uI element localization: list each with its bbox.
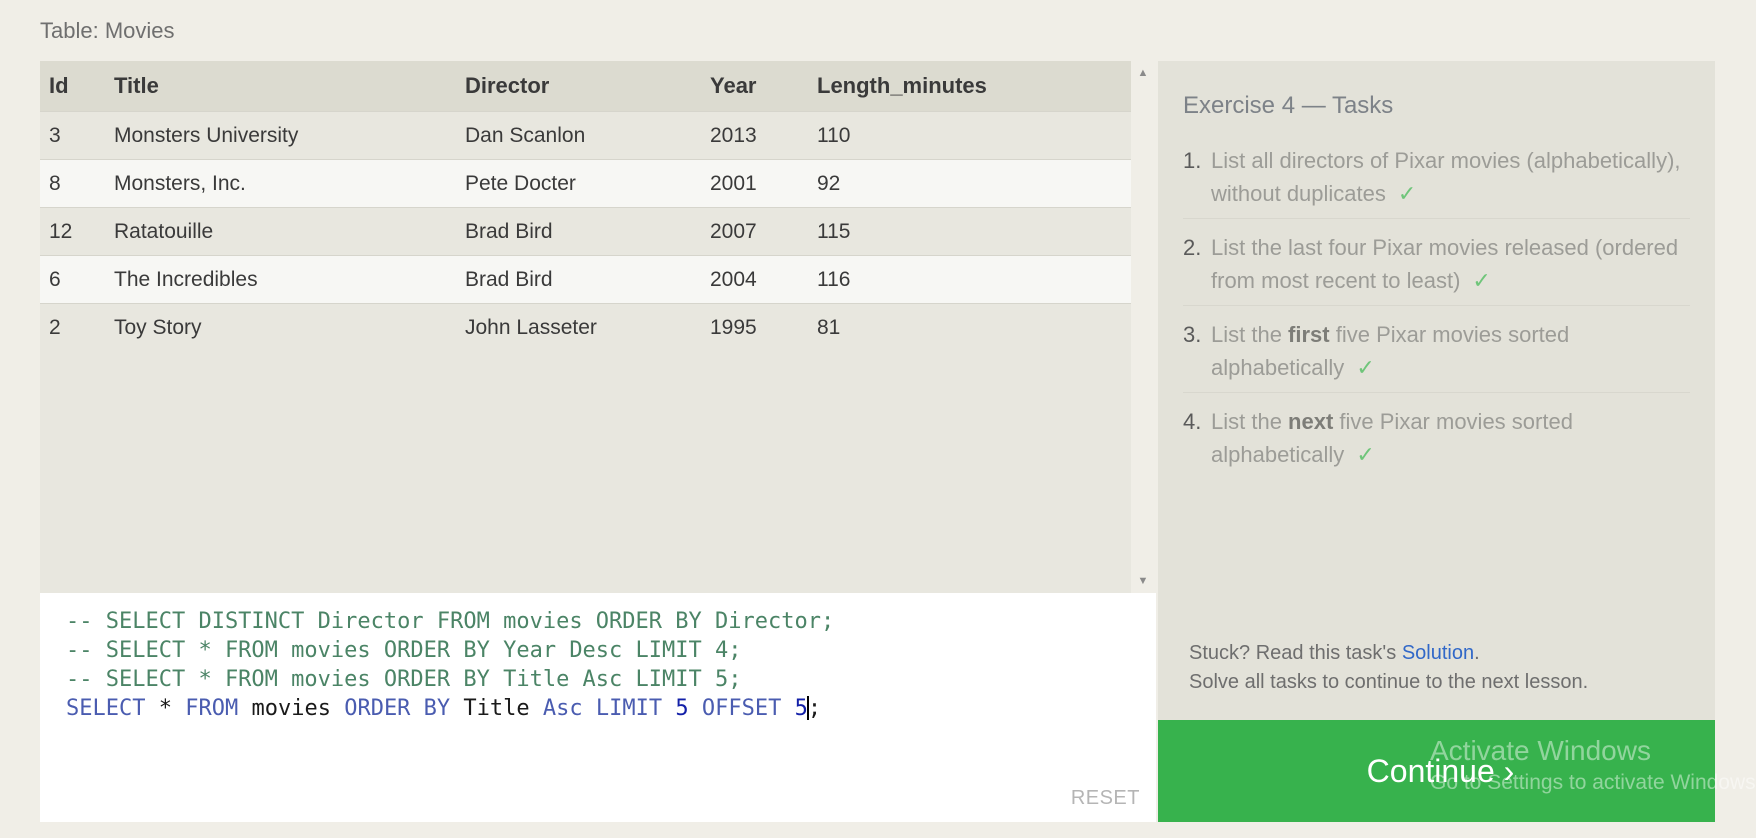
cell-id: 12 — [40, 207, 114, 256]
column-header-title: Title — [114, 61, 465, 112]
text-caret — [806, 696, 809, 720]
continue-label: Continue — [1366, 752, 1495, 789]
continue-button[interactable]: Continue › — [1158, 720, 1715, 822]
tasks-title: Exercise 4 — Tasks — [1183, 92, 1394, 119]
task-number: 1. — [1183, 148, 1202, 173]
help-stuck-suffix: . — [1474, 642, 1480, 664]
task-item: 2. List the last four Pixar movies relea… — [1183, 231, 1690, 306]
keyword-limit: LIMIT — [595, 696, 663, 721]
task-text-emphasis: next — [1288, 409, 1334, 434]
tasks-panel: Exercise 4 — Tasks 1. List all directors… — [1158, 61, 1715, 720]
cell-id: 3 — [40, 111, 114, 160]
cell-year: 2004 — [710, 255, 817, 304]
help-text: Stuck? Read this task's Solution. Solve … — [1189, 639, 1588, 697]
task-text-emphasis: first — [1288, 322, 1330, 347]
table-row: 6 The Incredibles Brad Bird 2004 116 — [40, 255, 1131, 304]
code-line-comment: -- SELECT DISTINCT Director FROM movies … — [66, 609, 835, 634]
table-row: 2 Toy Story John Lasseter 1995 81 — [40, 303, 1131, 351]
cell-title: Toy Story — [114, 303, 465, 351]
cell-title: Ratatouille — [114, 207, 465, 256]
cell-length: 81 — [817, 303, 1131, 351]
results-table: Id Title Director Year Length_minutes 3 … — [40, 61, 1131, 351]
checkmark-icon: ✓ — [1356, 442, 1375, 467]
token-limit-value: 5 — [675, 696, 689, 721]
cell-director: John Lasseter — [465, 303, 710, 351]
cell-id: 8 — [40, 159, 114, 208]
cell-title: Monsters, Inc. — [114, 159, 465, 208]
token-star: * — [158, 696, 172, 721]
scroll-down-icon[interactable]: ▼ — [1131, 571, 1155, 591]
cell-title: Monsters University — [114, 111, 465, 160]
task-list: 1. List all directors of Pixar movies (a… — [1183, 144, 1690, 491]
keyword-from: FROM — [185, 696, 239, 721]
token-offset-value: 5 — [794, 696, 808, 721]
help-continue-line: Solve all tasks to continue to the next … — [1189, 671, 1589, 693]
cell-year: 2001 — [710, 159, 817, 208]
help-stuck-line: Stuck? Read this task's Solution. — [1189, 639, 1588, 668]
cell-director: Brad Bird — [465, 255, 710, 304]
task-text: List all directors of Pixar movies (alph… — [1211, 148, 1681, 206]
token-column: Title — [463, 696, 530, 721]
table-row: 12 Ratatouille Brad Bird 2007 115 — [40, 207, 1131, 256]
cell-director: Pete Docter — [465, 159, 710, 208]
cell-length: 115 — [817, 207, 1131, 256]
column-header-id: Id — [40, 61, 114, 112]
cell-year: 2013 — [710, 111, 817, 160]
cell-year: 2007 — [710, 207, 817, 256]
cell-director: Brad Bird — [465, 207, 710, 256]
task-item: 4. List the next five Pixar movies sorte… — [1183, 405, 1690, 479]
cell-title: The Incredibles — [114, 255, 465, 304]
checkmark-icon: ✓ — [1356, 355, 1375, 380]
token-table: movies — [251, 696, 331, 721]
table-caption: Table: Movies — [40, 18, 175, 43]
checkmark-icon: ✓ — [1472, 268, 1491, 293]
task-number: 3. — [1183, 322, 1202, 347]
column-header-length: Length_minutes — [817, 61, 1131, 112]
scroll-up-icon[interactable]: ▲ — [1131, 63, 1155, 83]
token-terminator: ; — [807, 696, 822, 721]
cell-id: 2 — [40, 303, 114, 351]
task-item: 1. List all directors of Pixar movies (a… — [1183, 144, 1690, 219]
code-line-query: SELECT * FROM movies ORDER BY Title Asc … — [66, 694, 821, 723]
header-row: Id Title Director Year Length_minutes — [40, 61, 1131, 112]
cell-length: 110 — [817, 111, 1131, 160]
table-row: 3 Monsters University Dan Scanlon 2013 1… — [40, 111, 1131, 160]
column-header-year: Year — [710, 61, 817, 112]
solution-link[interactable]: Solution — [1402, 642, 1474, 664]
keyword-offset: OFFSET — [701, 696, 782, 721]
checkmark-icon: ✓ — [1397, 181, 1417, 206]
cell-director: Dan Scanlon — [465, 111, 710, 160]
cell-year: 1995 — [710, 303, 817, 351]
column-header-director: Director — [465, 61, 710, 112]
chevron-right-icon: › — [1503, 752, 1515, 789]
code-line-comment: -- SELECT * FROM movies ORDER BY Title A… — [66, 667, 742, 692]
keyword-direction: Asc — [542, 696, 583, 721]
cell-id: 6 — [40, 255, 114, 304]
task-text-start: List the — [1211, 409, 1289, 434]
keyword-order-by: ORDER BY — [344, 696, 451, 721]
task-number: 2. — [1183, 235, 1202, 260]
keyword-select: SELECT — [66, 696, 146, 721]
code-line-comment: -- SELECT * FROM movies ORDER BY Year De… — [66, 638, 742, 663]
task-text-start: List the — [1211, 322, 1289, 347]
help-stuck-prefix: Stuck? Read this task's — [1189, 642, 1402, 664]
cell-length: 92 — [817, 159, 1131, 208]
cell-length: 116 — [817, 255, 1131, 304]
table-row: 8 Monsters, Inc. Pete Docter 2001 92 — [40, 159, 1131, 208]
reset-button[interactable]: RESET — [1071, 787, 1140, 810]
results-panel: Id Title Director Year Length_minutes 3 … — [40, 61, 1131, 593]
sql-editor[interactable]: -- SELECT DISTINCT Director FROM movies … — [40, 593, 1156, 822]
task-text: List the last four Pixar movies released… — [1211, 235, 1679, 293]
task-item: 3. List the first five Pixar movies sort… — [1183, 318, 1690, 393]
task-number: 4. — [1183, 409, 1202, 434]
results-scrollbar[interactable]: ▲ ▼ — [1131, 61, 1155, 593]
